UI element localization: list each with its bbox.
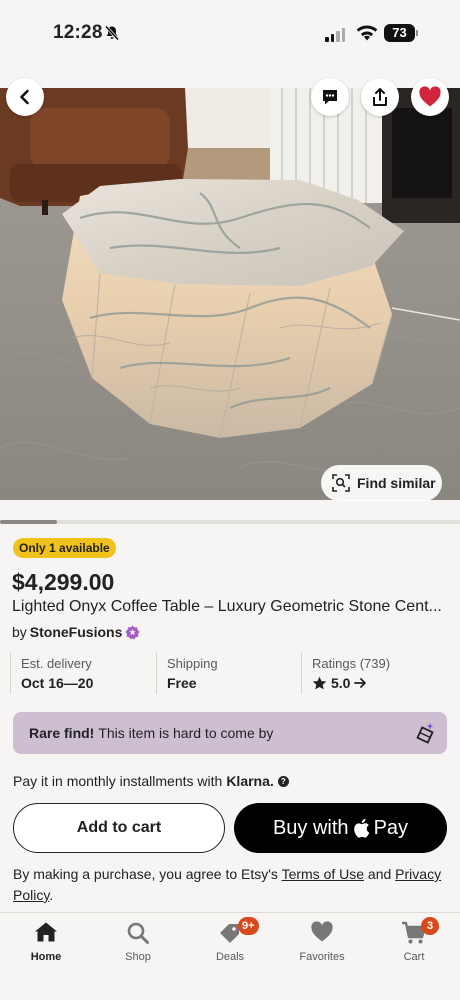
shipping-label: Shipping: [167, 656, 218, 671]
message-icon: [323, 90, 337, 105]
klarna-text: Pay it in monthly installments with: [13, 773, 223, 789]
add-to-cart-button[interactable]: Add to cart: [13, 803, 225, 853]
favorite-button[interactable]: [411, 78, 449, 116]
availability-badge: Only 1 available: [13, 538, 116, 558]
rare-find-text: This item is hard to come by: [98, 725, 274, 741]
tab-cart[interactable]: 3 Cart: [368, 913, 460, 973]
scan-icon: [332, 474, 350, 492]
cart-badge: 3: [421, 917, 439, 935]
pay-label: Pay: [373, 816, 409, 839]
tab-cart-label: Cart: [403, 951, 425, 963]
seller-info: by StoneFusions: [12, 624, 140, 640]
share-icon: [373, 88, 387, 106]
arrow-right-icon: [354, 678, 367, 688]
seller-name-link[interactable]: StoneFusions: [30, 624, 123, 640]
klarna-logo: Klarna.: [226, 773, 274, 789]
buy-with-label: Buy with: [272, 816, 349, 839]
shipping-info[interactable]: Shipping Free: [156, 652, 301, 694]
ratings-value: 5.0: [331, 675, 351, 691]
back-arrow-icon: [20, 89, 29, 105]
battery-indicator: 73: [384, 24, 415, 42]
price: $4,299.00: [12, 569, 115, 595]
bell-off-icon: [104, 25, 120, 41]
listing-info-row: Est. delivery Oct 16—20 Shipping Free Ra…: [10, 652, 450, 694]
apple-icon: [353, 818, 369, 838]
shipping-value: Free: [167, 675, 197, 691]
back-button[interactable]: [6, 78, 44, 116]
battery-tip: [416, 30, 418, 36]
heart-icon: [419, 86, 441, 107]
star-icon: [312, 676, 327, 689]
star-seller-badge-icon: [125, 624, 140, 640]
terms-suffix: .: [49, 887, 54, 903]
tab-home-label: Home: [30, 951, 62, 963]
delivery-info[interactable]: Est. delivery Oct 16—20: [10, 652, 156, 694]
ratings-value-row: 5.0: [312, 675, 450, 691]
status-bar: 12:28 73: [0, 0, 460, 70]
tab-favorites-label: Favorites: [299, 951, 345, 963]
ratings-label: Ratings (739): [312, 656, 391, 671]
find-similar-label: Find similar: [357, 475, 436, 491]
bottom-tab-bar: Home Shop 9+ Deals Favorites 3 Cart: [0, 912, 460, 1000]
search-icon: [127, 922, 149, 944]
delivery-label: Est. delivery: [21, 656, 92, 671]
diamond-icon: [416, 723, 434, 744]
tab-favorites[interactable]: Favorites: [276, 913, 368, 973]
listing-title[interactable]: Lighted Onyx Coffee Table – Luxury Geome…: [12, 598, 452, 616]
signal-icon: [325, 28, 345, 42]
ratings-info[interactable]: Ratings (739) 5.0: [301, 652, 450, 694]
seller-prefix: by: [12, 624, 27, 640]
product-image[interactable]: [0, 88, 460, 500]
deals-badge: 9+: [238, 917, 259, 935]
help-icon[interactable]: ?: [277, 775, 289, 787]
find-similar-button[interactable]: Find similar: [321, 465, 442, 501]
tab-shop-label: Shop: [125, 951, 151, 963]
terms-and: and: [367, 866, 392, 882]
wifi-icon: [356, 25, 378, 41]
rare-find-title: Rare find!: [29, 725, 95, 741]
terms-of-use-link[interactable]: Terms of Use: [282, 866, 364, 882]
image-scrollbar-thumb[interactable]: [0, 520, 57, 524]
share-button[interactable]: [361, 78, 399, 116]
delivery-value: Oct 16—20: [21, 675, 94, 691]
tab-home[interactable]: Home: [0, 913, 92, 973]
home-icon: [35, 922, 57, 942]
tab-deals-label: Deals: [215, 951, 245, 963]
tab-deals[interactable]: 9+ Deals: [184, 913, 276, 973]
terms-prefix: By making a purchase, you agree to Etsy'…: [13, 866, 278, 882]
rare-find-banner: Rare find! This item is hard to come by: [13, 712, 447, 754]
status-time: 12:28: [53, 22, 103, 43]
message-seller-button[interactable]: [311, 78, 349, 116]
product-photo: [0, 88, 460, 500]
favorites-heart-icon: [311, 921, 333, 942]
image-scrollbar[interactable]: [0, 520, 460, 524]
apple-pay-button[interactable]: Buy with Pay: [234, 803, 447, 853]
tab-shop[interactable]: Shop: [92, 913, 184, 973]
klarna-info[interactable]: Pay it in monthly installments with Klar…: [13, 773, 289, 789]
purchase-terms: By making a purchase, you agree to Etsy'…: [13, 864, 443, 906]
